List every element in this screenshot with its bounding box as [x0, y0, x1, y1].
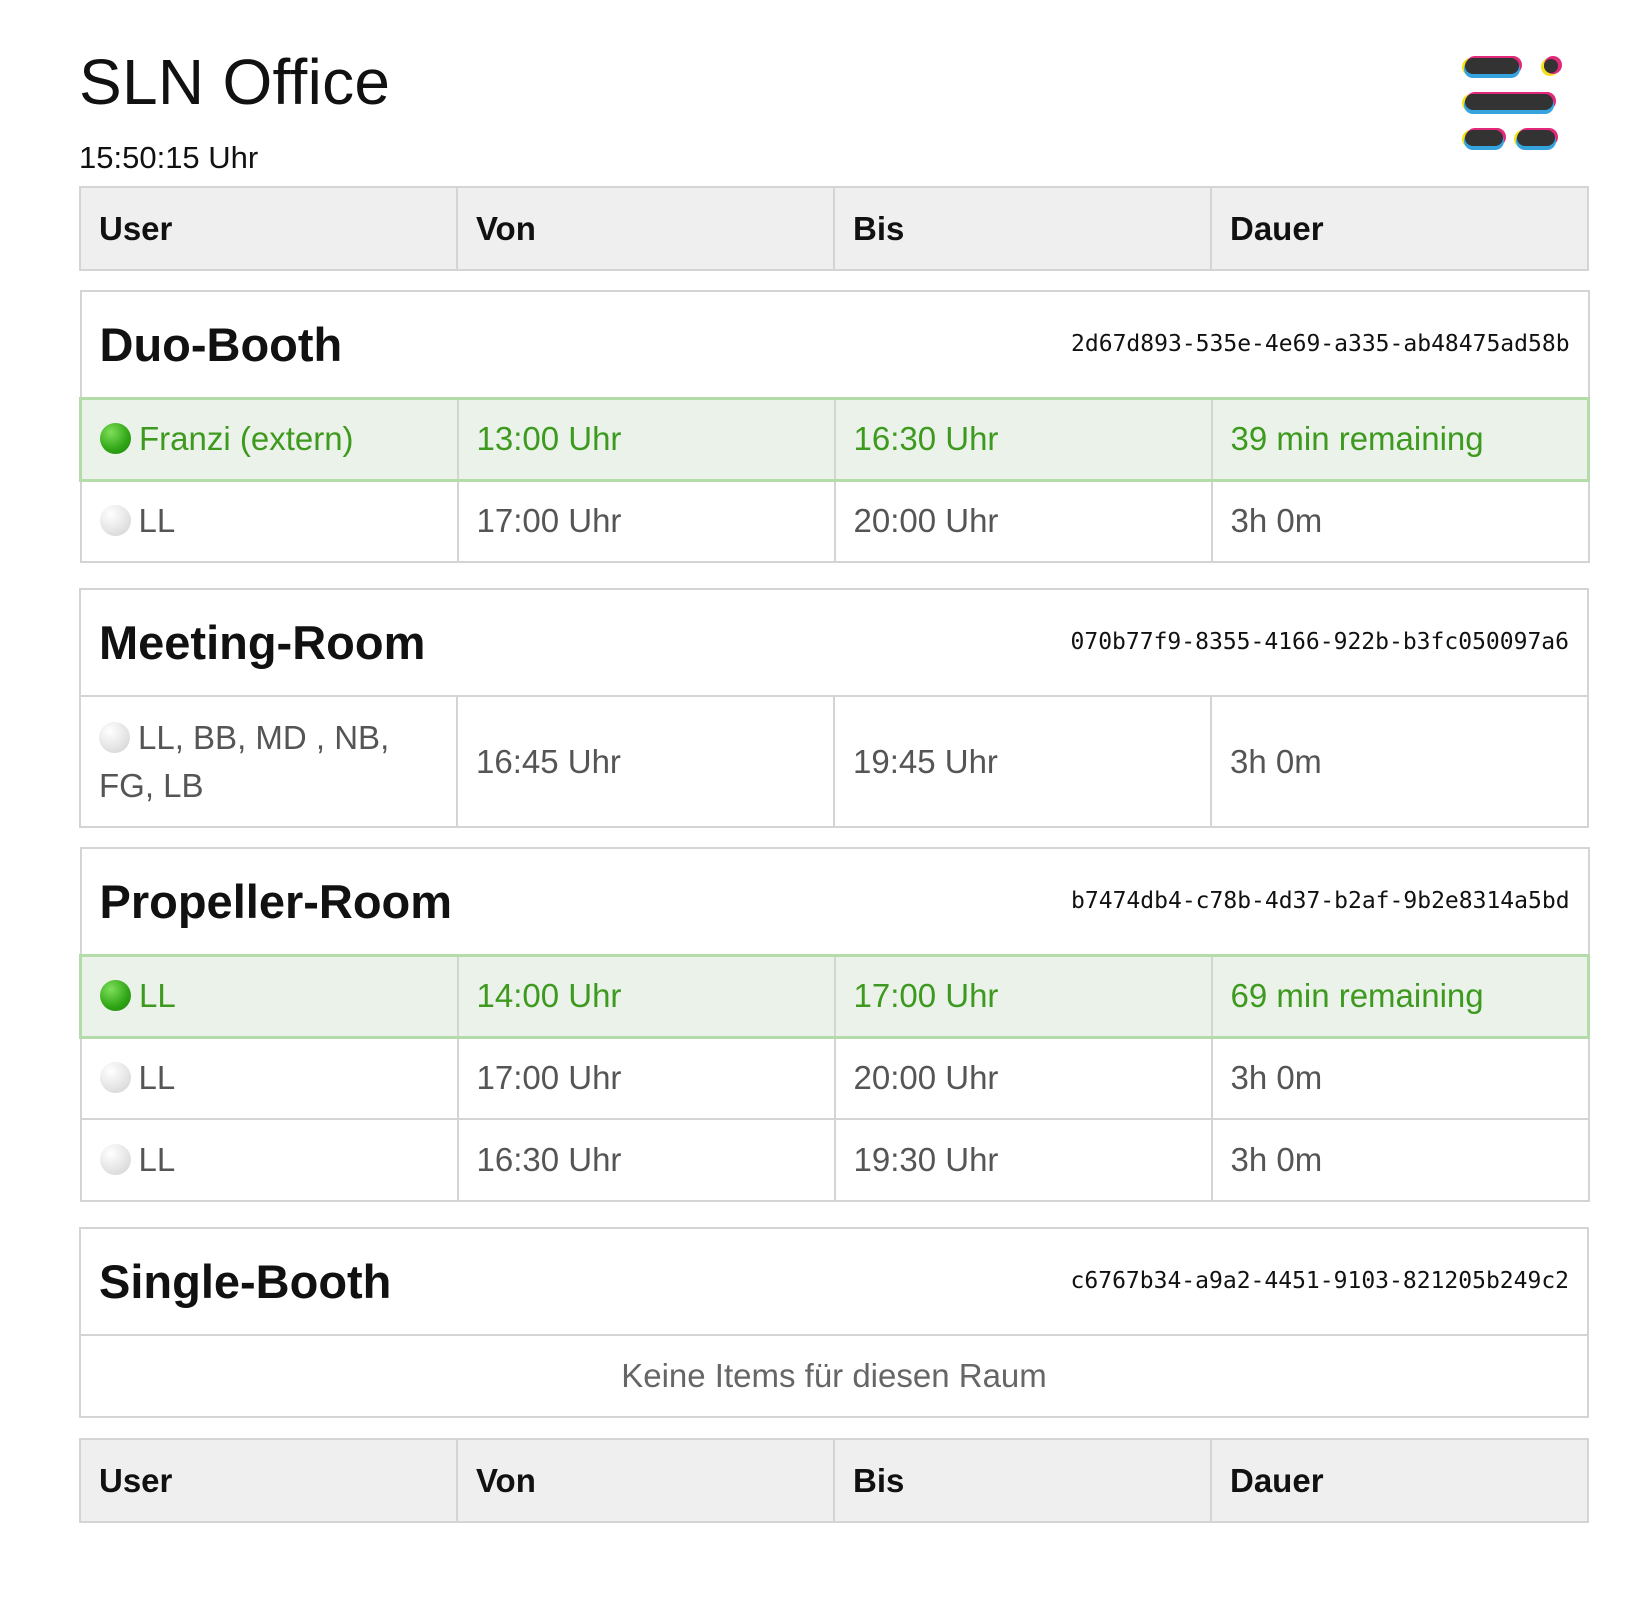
booking-duration: 3h 0m	[1210, 479, 1590, 563]
booking-from: 14:00 Uhr	[456, 953, 836, 1039]
room-meeting-room: Meeting-Room 070b77f9-8355-4166-922b-b3f…	[79, 588, 1589, 828]
room-name: Meeting-Room	[99, 616, 426, 669]
column-bis: Bis	[833, 186, 1212, 271]
inactive-status-icon	[99, 505, 131, 537]
active-status-icon	[100, 423, 131, 454]
current-time: 15:50:15 Uhr	[79, 140, 259, 175]
booking-to: 20:00 Uhr	[833, 479, 1213, 563]
booking-from: 17:00 Uhr	[456, 479, 836, 563]
column-user: User	[79, 1438, 458, 1523]
column-header-bottom: User Von Bis Dauer	[79, 1438, 1589, 1523]
room-duo-booth: Duo-Booth 2d67d893-535e-4e69-a335-ab4847…	[79, 290, 1591, 563]
page-title: SLN Office	[79, 46, 391, 118]
booking-row[interactable]: LL, BB, MD , NB, FG, LB 16:45 Uhr 19:45 …	[79, 695, 1589, 828]
empty-message: Keine Items für diesen Raum	[78, 1334, 1590, 1418]
column-header-top: User Von Bis Dauer	[79, 186, 1589, 271]
room-name: Propeller-Room	[99, 874, 453, 928]
booking-user: LL	[79, 953, 459, 1039]
booking-row[interactable]: LL 16:30 Uhr 19:30 Uhr 3h 0m	[79, 1118, 1590, 1202]
booking-user: LL	[79, 1118, 459, 1202]
column-von: Von	[456, 1438, 835, 1523]
booking-from: 16:30 Uhr	[456, 1118, 836, 1202]
booking-duration: 69 min remaining	[1210, 953, 1591, 1039]
booking-to: 19:45 Uhr	[833, 695, 1212, 828]
booking-to: 16:30 Uhr	[833, 396, 1213, 482]
column-dauer: Dauer	[1210, 1438, 1589, 1523]
booking-row-active[interactable]: LL 14:00 Uhr 17:00 Uhr 69 min remaining	[79, 953, 1591, 1039]
booking-to: 17:00 Uhr	[833, 953, 1213, 1039]
inactive-status-icon	[99, 1144, 131, 1175]
room-header: Single-Booth c6767b34-a9a2-4451-9103-821…	[78, 1227, 1590, 1336]
room-header: Duo-Booth 2d67d893-535e-4e69-a335-ab4847…	[79, 290, 1590, 399]
booking-duration: 3h 0m	[1210, 1036, 1590, 1120]
booking-user: Franzi (extern)	[79, 396, 459, 482]
room-header: Propeller-Room b7474db4-c78b-4d37-b2af-9…	[79, 847, 1590, 956]
column-bis: Bis	[833, 1438, 1212, 1523]
room-name: Duo-Booth	[99, 317, 343, 371]
booking-to: 20:00 Uhr	[833, 1036, 1213, 1120]
booking-from: 13:00 Uhr	[456, 396, 836, 482]
column-dauer: Dauer	[1210, 186, 1589, 271]
booking-row[interactable]: LL 17:00 Uhr 20:00 Uhr 3h 0m	[79, 1036, 1590, 1120]
booking-user: LL	[79, 1036, 459, 1120]
booking-user: LL	[79, 479, 459, 563]
inactive-status-icon	[99, 721, 130, 753]
booking-to: 19:30 Uhr	[833, 1118, 1213, 1202]
booking-user: LL, BB, MD , NB, FG, LB	[79, 695, 458, 828]
room-propeller-room: Propeller-Room b7474db4-c78b-4d37-b2af-9…	[79, 847, 1591, 1202]
column-user: User	[79, 186, 458, 271]
active-status-icon	[100, 980, 131, 1011]
booking-row-active[interactable]: Franzi (extern) 13:00 Uhr 16:30 Uhr 39 m…	[79, 396, 1591, 482]
booking-from: 17:00 Uhr	[456, 1036, 836, 1120]
room-id: b7474db4-c78b-4d37-b2af-9b2e8314a5bd	[1071, 887, 1570, 914]
room-id: c6767b34-a9a2-4451-9103-821205b249c2	[1070, 1268, 1570, 1294]
room-header: Meeting-Room 070b77f9-8355-4166-922b-b3f…	[79, 588, 1589, 697]
room-name: Single-Booth	[99, 1255, 392, 1308]
sln-logo-icon	[1462, 56, 1562, 150]
page-header: SLN Office 15:50:15 Uhr	[79, 50, 390, 176]
inactive-status-icon	[99, 1062, 131, 1094]
booking-duration: 39 min remaining	[1210, 396, 1591, 482]
booking-row[interactable]: LL 17:00 Uhr 20:00 Uhr 3h 0m	[79, 479, 1590, 563]
room-id: 2d67d893-535e-4e69-a335-ab48475ad58b	[1071, 330, 1570, 357]
booking-duration: 3h 0m	[1210, 695, 1589, 828]
room-single-booth: Single-Booth c6767b34-a9a2-4451-9103-821…	[78, 1227, 1590, 1418]
room-id: 070b77f9-8355-4166-922b-b3fc050097a6	[1070, 629, 1570, 655]
column-von: Von	[456, 186, 835, 271]
booking-duration: 3h 0m	[1210, 1118, 1590, 1202]
booking-from: 16:45 Uhr	[456, 695, 835, 828]
